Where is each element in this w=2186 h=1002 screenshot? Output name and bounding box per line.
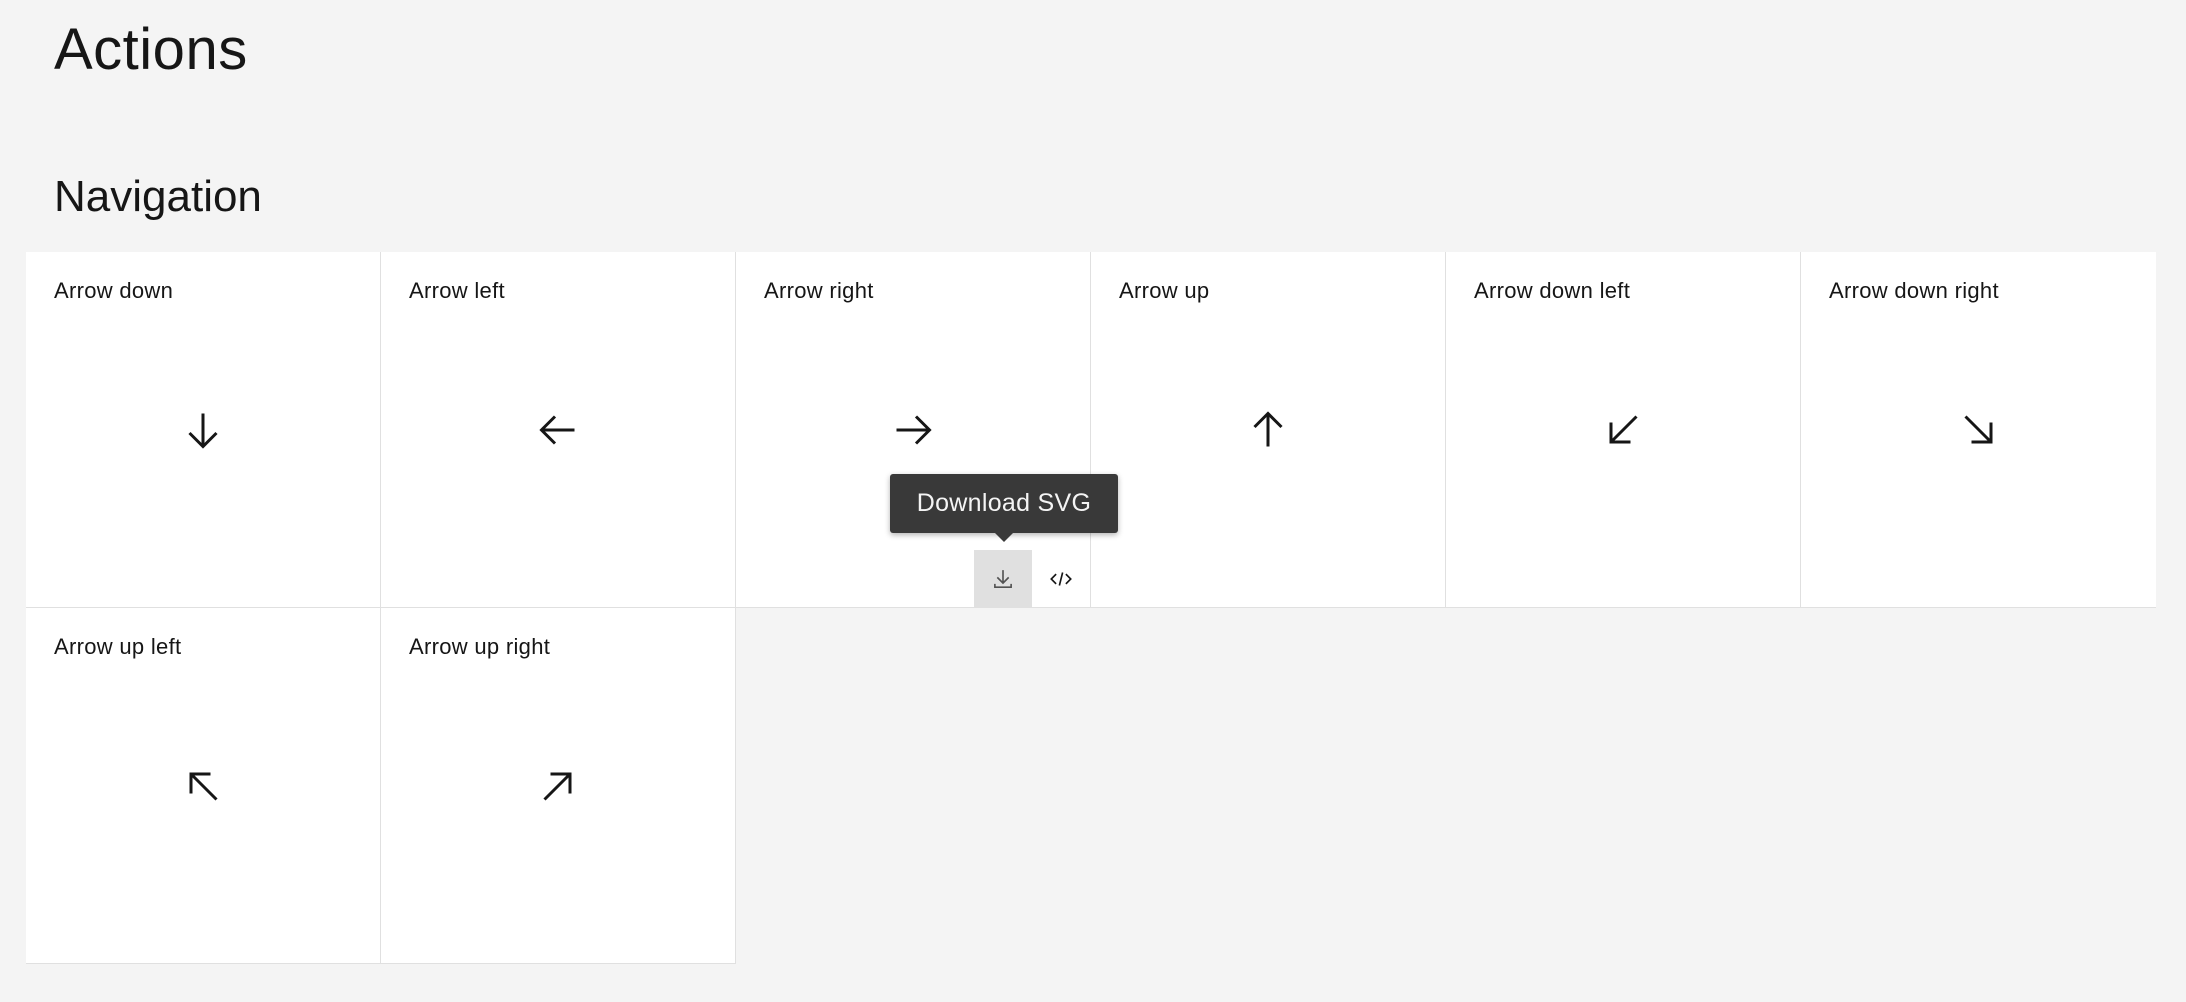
icon-tile-arrow-up[interactable]: Arrow up [1091,252,1446,608]
icon-library-page: Actions Navigation Arrow down Arrow left… [0,0,2186,1002]
icon-grid: Arrow down Arrow left Arrow right Arrow … [26,252,2156,964]
icon-tile-arrow-up-right[interactable]: Arrow up right [381,608,736,964]
code-icon [1048,566,1074,592]
page-title: Actions [54,17,248,82]
icon-tile-arrow-down[interactable]: Arrow down [26,252,381,608]
download-icon [990,566,1016,592]
icon-tile-arrow-right[interactable]: Arrow right [736,252,1091,608]
arrow-down-icon [179,406,227,454]
tile-label: Arrow up left [54,634,182,659]
tile-actions [974,550,1090,608]
arrow-down-right-icon [1955,406,2003,454]
tile-label: Arrow down [54,278,174,303]
tile-label: Arrow down left [1474,278,1631,303]
icon-tile-arrow-down-left[interactable]: Arrow down left [1446,252,1801,608]
icon-tile-arrow-up-left[interactable]: Arrow up left [26,608,381,964]
download-svg-tooltip: Download SVG [890,474,1118,542]
icon-tile-arrow-down-right[interactable]: Arrow down right [1801,252,2156,608]
tile-label: Arrow down right [1829,278,1999,303]
tile-label: Arrow up right [409,634,551,659]
tile-label: Arrow right [764,278,874,303]
tooltip-text: Download SVG [916,489,1092,517]
copy-code-button[interactable] [1032,550,1090,608]
section-title: Navigation [54,172,262,221]
arrow-up-right-icon [534,762,582,810]
tile-label: Arrow left [409,278,505,303]
download-svg-button[interactable] [974,550,1032,608]
tile-label: Arrow up [1119,278,1210,303]
arrow-up-icon [1244,406,1292,454]
tooltip-caret [995,533,1013,542]
icon-tile-arrow-left[interactable]: Arrow left [381,252,736,608]
arrow-right-icon [889,406,937,454]
arrow-up-left-icon [179,762,227,810]
arrow-left-icon [534,406,582,454]
arrow-down-left-icon [1599,406,1647,454]
